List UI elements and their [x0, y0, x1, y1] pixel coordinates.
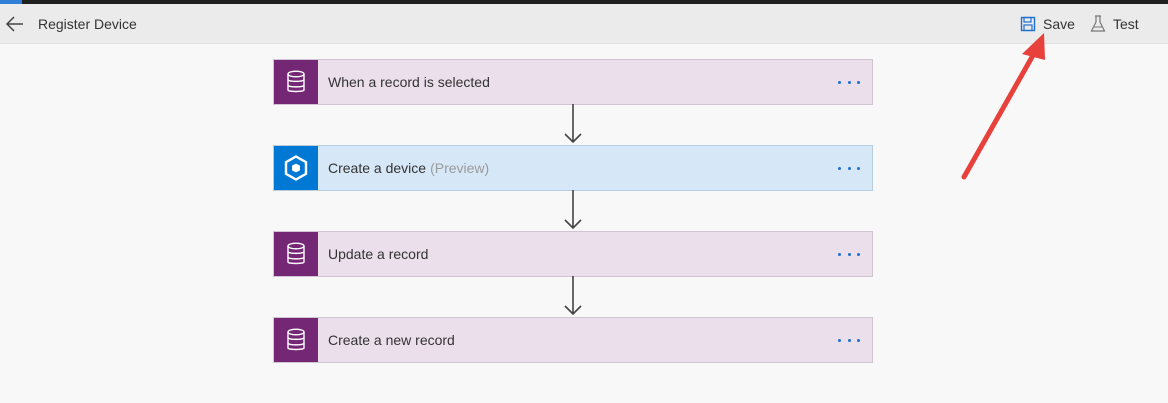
flow-title: Register Device	[38, 16, 137, 32]
more-options-button[interactable]	[838, 247, 860, 261]
flow-connector-arrow	[564, 276, 582, 316]
step-icon-box	[274, 146, 318, 190]
database-icon	[287, 328, 305, 351]
step-icon-box	[274, 232, 318, 276]
step-label: Create a new record	[328, 332, 455, 348]
more-options-button[interactable]	[838, 75, 860, 89]
step-icon-box	[274, 318, 318, 362]
database-icon	[287, 242, 305, 265]
save-label: Save	[1043, 16, 1075, 32]
step-label-text: Create a device	[328, 160, 427, 176]
save-button[interactable]: Save	[1020, 14, 1075, 34]
step-card-update-record[interactable]: Update a record	[273, 231, 873, 277]
flow-connector-arrow	[564, 104, 582, 144]
database-icon	[287, 70, 305, 93]
step-card-create-new-record[interactable]: Create a new record	[273, 317, 873, 363]
test-button[interactable]: Test	[1090, 14, 1139, 34]
step-label: Create a device (Preview)	[328, 160, 489, 176]
flask-icon	[1090, 15, 1106, 32]
step-icon-box	[274, 60, 318, 104]
arrow-left-icon[interactable]	[5, 14, 25, 34]
more-options-button[interactable]	[838, 161, 860, 175]
azure-iot-central-icon	[284, 155, 308, 181]
step-label: When a record is selected	[328, 74, 490, 90]
step-label: Update a record	[328, 246, 429, 262]
command-bar: Register Device Save Test	[0, 4, 1168, 44]
floppy-disk-icon	[1020, 16, 1036, 32]
more-options-button[interactable]	[838, 333, 860, 347]
test-label: Test	[1113, 16, 1139, 32]
step-card-when-record-selected[interactable]: When a record is selected	[273, 59, 873, 105]
flow-connector-arrow	[564, 190, 582, 230]
preview-tag: (Preview)	[430, 160, 490, 176]
step-card-create-device[interactable]: Create a device (Preview)	[273, 145, 873, 191]
